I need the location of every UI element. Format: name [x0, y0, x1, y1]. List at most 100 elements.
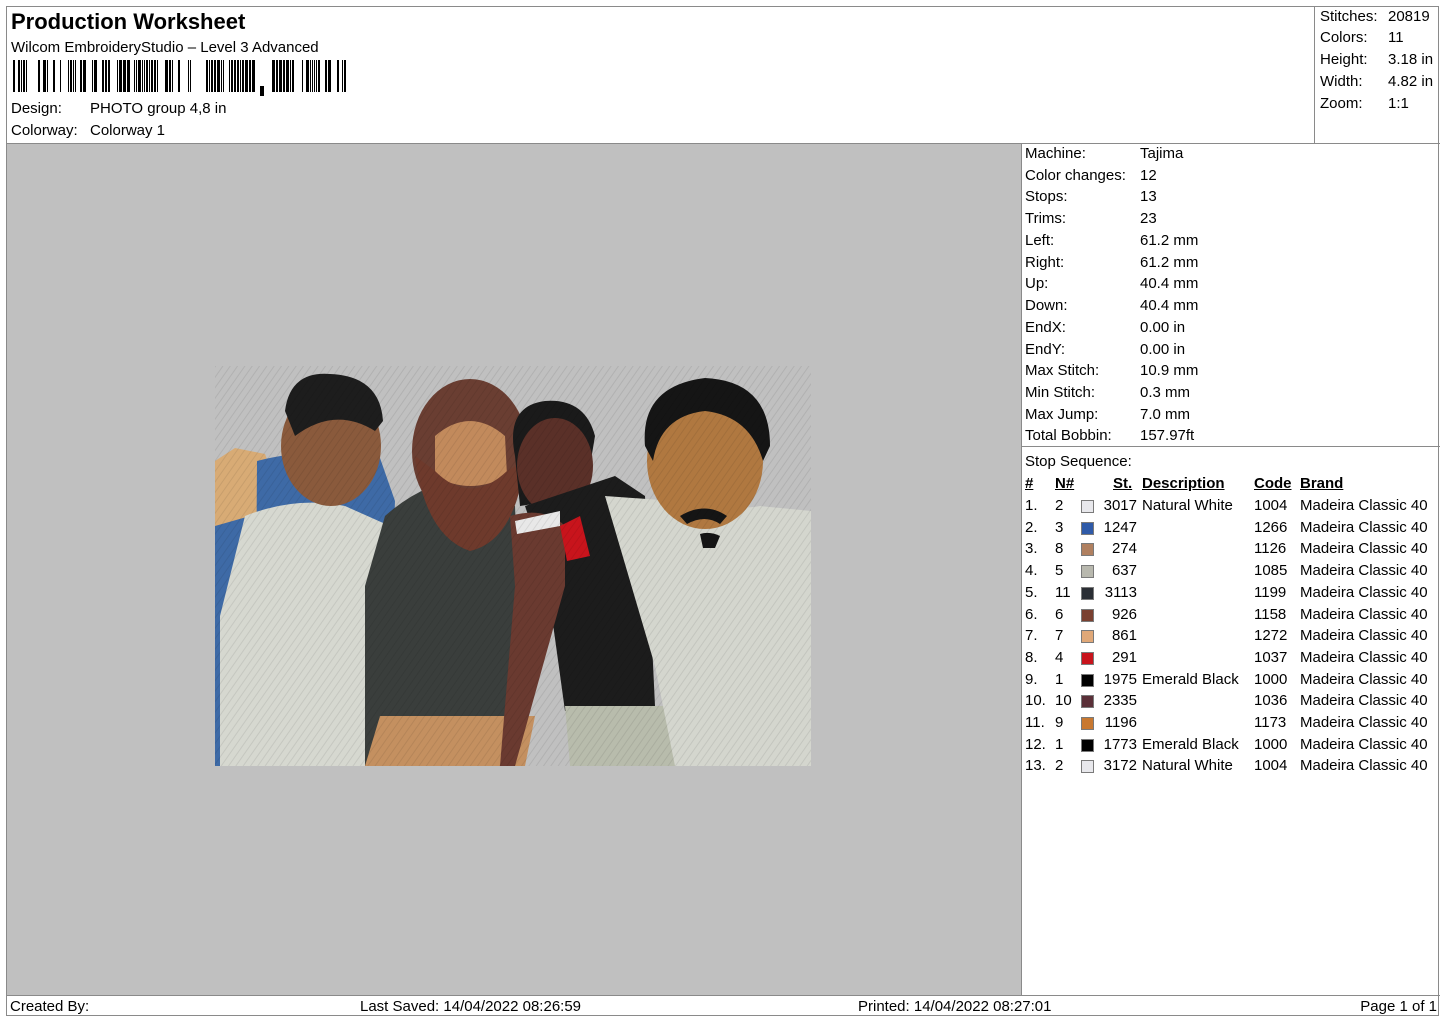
- seq-stitches: 2335: [1103, 692, 1137, 710]
- info-value: 23: [1140, 210, 1157, 227]
- color-swatch: [1081, 543, 1094, 557]
- info-value: 0.3 mm: [1140, 384, 1191, 401]
- seq-num: 2.: [1025, 518, 1038, 536]
- info-max-jump: Max Jump: 7.0 mm: [1025, 406, 1190, 423]
- info-endx: EndX: 0.00 in: [1025, 319, 1185, 336]
- info-label: Down:: [1025, 297, 1068, 314]
- seq-code: 1004: [1254, 757, 1288, 775]
- seq-code: 1126: [1254, 540, 1287, 558]
- info-label: Max Stitch:: [1025, 362, 1100, 379]
- info-label: EndY:: [1025, 341, 1066, 358]
- info-label: Max Jump:: [1025, 406, 1099, 423]
- info-label: Up:: [1025, 275, 1049, 292]
- stat-value: 3.18 in: [1388, 51, 1434, 68]
- stat-value: 1:1: [1388, 95, 1409, 112]
- color-swatch: [1081, 608, 1094, 622]
- info-value: 61.2 mm: [1140, 254, 1199, 271]
- col-header-code: Code: [1254, 475, 1292, 492]
- printed-date: Printed: 14/04/2022 08:27:01: [858, 998, 1052, 1015]
- info-label: Min Stitch:: [1025, 384, 1096, 401]
- seq-brand: Madeira Classic 40: [1300, 605, 1428, 623]
- seq-stitches: 291: [1111, 648, 1137, 666]
- color-swatch: [1081, 738, 1094, 752]
- seq-brand: Madeira Classic 40: [1300, 714, 1428, 731]
- info-label: Color changes:: [1025, 167, 1126, 184]
- stat-label: Stitches:: [1320, 8, 1378, 25]
- seq-stitches: 861: [1111, 627, 1137, 645]
- info-left: Left: 61.2 mm: [1025, 232, 1198, 249]
- info-max-stitch: Max Stitch: 10.9 mm: [1025, 362, 1198, 379]
- color-swatch: [1081, 521, 1094, 535]
- info-stops: Stops: 13: [1025, 188, 1157, 205]
- seq-stitches: 1975: [1103, 670, 1137, 688]
- seq-num: 6.: [1025, 605, 1038, 623]
- seq-brand: Madeira Classic 40: [1300, 735, 1428, 753]
- seq-num: 5.: [1025, 583, 1038, 601]
- color-swatch: [1081, 500, 1094, 513]
- seq-needle: 8: [1055, 540, 1064, 558]
- seq-description: Natural White: [1142, 757, 1233, 775]
- barcode-image: [13, 60, 346, 96]
- stat-colors: Colors: 11: [1320, 29, 1404, 46]
- worksheet-footer: Created By: Last Saved: 14/04/2022 08:26…: [7, 995, 1440, 1017]
- info-down: Down: 40.4 mm: [1025, 297, 1198, 314]
- seq-needle: 5: [1055, 562, 1064, 580]
- col-header-needle: N#: [1055, 475, 1075, 492]
- stat-stitches: Stitches: 20819: [1320, 8, 1430, 25]
- design-label: Design:: [11, 100, 62, 117]
- worksheet-header: Production Worksheet Wilcom EmbroiderySt…: [7, 7, 1440, 144]
- info-value: 10.9 mm: [1140, 362, 1199, 379]
- info-endy: EndY: 0.00 in: [1025, 341, 1185, 358]
- design-value: PHOTO group 4,8 in: [90, 100, 227, 117]
- info-value: Tajima: [1140, 145, 1184, 162]
- info-label: Machine:: [1025, 145, 1086, 162]
- seq-brand: Madeira Classic 40: [1300, 562, 1428, 580]
- seq-code: 1173: [1254, 714, 1287, 731]
- seq-brand: Madeira Classic 40: [1300, 757, 1428, 775]
- seq-code: 1085: [1254, 562, 1288, 580]
- info-machine: Machine: Tajima: [1025, 145, 1183, 162]
- color-swatch: [1081, 760, 1094, 774]
- info-min-stitch: Min Stitch: 0.3 mm: [1025, 384, 1190, 401]
- color-swatch: [1081, 651, 1094, 665]
- color-swatch: [1081, 695, 1094, 709]
- seq-code: 1158: [1254, 605, 1287, 623]
- machine-info-panel: Machine: Tajima Color changes: 12 Stops: 13…: [1022, 144, 1440, 447]
- info-label: Stops:: [1025, 188, 1068, 205]
- stat-label: Zoom:: [1320, 95, 1363, 112]
- seq-stitches: 637: [1111, 562, 1137, 580]
- seq-needle: 2: [1055, 497, 1064, 514]
- colorway-value: Colorway 1: [90, 122, 166, 139]
- info-right: Right: 61.2 mm: [1025, 254, 1198, 271]
- info-value: 12: [1140, 167, 1157, 184]
- seq-num: 8.: [1025, 648, 1038, 666]
- software-name: Wilcom EmbroideryStudio – Level 3 Advanc…: [11, 39, 319, 56]
- production-worksheet: Production Worksheet Wilcom EmbroiderySt…: [6, 6, 1440, 1017]
- design-stats: Stitches: 20819 Colors: 11 Height: 3.18 in …: [1314, 7, 1440, 144]
- worksheet-title: Production Worksheet: [11, 9, 246, 34]
- created-by: Created By:: [10, 998, 90, 1015]
- color-swatch: [1081, 565, 1094, 579]
- seq-code: 1266: [1254, 518, 1288, 536]
- seq-brand: Madeira Classic 40: [1300, 497, 1428, 514]
- stat-label: Colors:: [1320, 29, 1368, 46]
- seq-stitches: 3172: [1103, 757, 1137, 775]
- seq-code: 1000: [1254, 735, 1288, 753]
- seq-num: 9.: [1025, 670, 1038, 688]
- info-value: 13: [1140, 188, 1157, 205]
- info-label: Trims:: [1025, 210, 1067, 227]
- info-value: 157.97ft: [1140, 427, 1195, 444]
- seq-description: Emerald Black: [1142, 735, 1239, 753]
- stat-value: 20819: [1388, 8, 1430, 25]
- seq-needle: 11: [1055, 583, 1071, 601]
- stop-sequence-panel: Stop Sequence: # N# St. Description Code…: [1022, 447, 1440, 995]
- seq-needle: 6: [1055, 605, 1064, 623]
- seq-stitches: 3017: [1103, 497, 1137, 514]
- colorway-row: Colorway: Colorway 1: [11, 122, 165, 139]
- seq-code: 1199: [1254, 583, 1287, 601]
- seq-brand: Madeira Classic 40: [1300, 648, 1428, 666]
- info-value: 0.00 in: [1140, 319, 1186, 336]
- info-value: 61.2 mm: [1140, 232, 1199, 249]
- seq-num: 12.: [1025, 735, 1046, 753]
- col-header-brand: Brand: [1300, 475, 1344, 492]
